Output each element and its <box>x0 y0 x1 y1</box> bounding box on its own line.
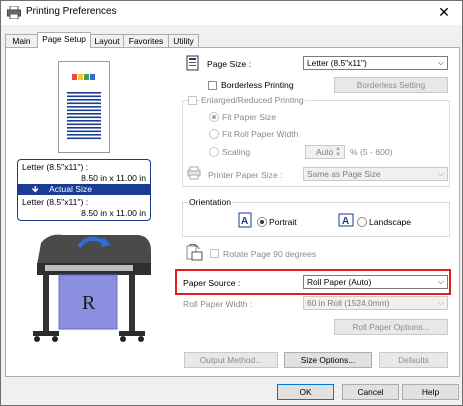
roll-paper-width-value: 60 in Roll (1524.0mm) <box>307 298 390 308</box>
output-size-label: Letter (8.5"x11") : <box>22 197 89 207</box>
fit-roll-paper-width-label: Fit Roll Paper Width <box>222 129 299 139</box>
printer-paper-size-label: Printer Paper Size : <box>208 170 283 180</box>
scaling-radio[interactable] <box>209 147 219 157</box>
landscape-radio[interactable] <box>357 217 367 227</box>
portrait-icon: A <box>238 212 252 228</box>
tab-main[interactable]: Main <box>5 34 38 48</box>
tab-page-setup[interactable]: Page Setup <box>37 32 91 48</box>
source-size-label: Letter (8.5"x11") : <box>22 162 89 172</box>
tab-layout[interactable]: Layout <box>90 34 124 48</box>
printer-paper-size-value: Same as Page Size <box>307 169 381 179</box>
tab-utility[interactable]: Utility <box>168 34 199 48</box>
scaling-mode-bar: 🡻 Actual Size <box>18 184 150 195</box>
paper-source-select[interactable]: Roll Paper (Auto) ⌵ <box>303 275 448 289</box>
borderless-checkbox[interactable] <box>208 81 217 90</box>
scaling-value: Auto <box>316 147 334 157</box>
chevron-down-icon: ⌵ <box>437 277 444 286</box>
portrait-radio[interactable] <box>257 217 267 227</box>
chevron-down-icon: ⌵ <box>437 298 444 307</box>
title-bar: Printing Preferences ✕ <box>1 1 462 25</box>
arrow-down-icon: 🡻 <box>32 184 39 194</box>
enlarged-reduced-checkbox[interactable] <box>188 96 197 105</box>
paper-source-label: Paper Source : <box>183 278 241 288</box>
landscape-label: Landscape <box>369 217 412 227</box>
printer-sheet-letter: R <box>82 292 96 314</box>
defaults-button[interactable]: Defaults <box>379 352 448 368</box>
roll-paper-width-select[interactable]: 60 in Roll (1524.0mm) ⌵ <box>303 296 448 310</box>
roll-paper-width-label: Roll Paper Width : <box>183 299 253 309</box>
printer-paper-size-select[interactable]: Same as Page Size ⌵ <box>303 167 448 181</box>
scaling-range-label: % (5 - 600) <box>350 147 393 157</box>
scaling-spinbox[interactable]: Auto ▲ ▼ <box>305 145 345 159</box>
rotate-page-label: Rotate Page 90 degrees <box>223 249 317 259</box>
output-method-button[interactable]: Output Method... <box>184 352 278 368</box>
window-title: Printing Preferences <box>26 6 117 17</box>
fit-paper-size-radio[interactable] <box>209 112 219 122</box>
printing-preferences-window: Printing Preferences ✕ Main Page Setup L… <box>0 0 463 406</box>
output-size-dims: 8.50 in x 11.00 in <box>81 208 146 218</box>
chevron-down-icon: ⌵ <box>437 58 444 67</box>
spin-down-icon[interactable]: ▼ <box>335 152 341 158</box>
rotate-page-icon <box>186 244 203 261</box>
size-summary: Letter (8.5"x11") : 8.50 in x 11.00 in 🡻… <box>17 159 151 221</box>
page-size-label: Page Size : <box>207 59 251 69</box>
printer-icon <box>7 6 21 19</box>
tab-favorites[interactable]: Favorites <box>123 34 169 48</box>
cancel-button[interactable]: Cancel <box>342 384 399 400</box>
fit-roll-paper-width-radio[interactable] <box>209 129 219 139</box>
borderless-label: Borderless Printing <box>221 80 294 90</box>
printer-paper-size-icon <box>187 166 201 180</box>
close-button[interactable]: ✕ <box>426 1 462 25</box>
page-size-value: Letter (8.5"x11") <box>307 58 367 68</box>
page-size-select[interactable]: Letter (8.5"x11") ⌵ <box>303 56 448 70</box>
page-preview <box>58 61 110 153</box>
page-size-icon <box>186 55 199 71</box>
size-options-button[interactable]: Size Options... <box>284 352 372 368</box>
preview-document-image <box>67 72 101 140</box>
rotate-page-checkbox[interactable] <box>210 249 219 258</box>
scaling-label: Scaling <box>222 147 251 157</box>
large-format-printer-image: R <box>33 234 151 342</box>
paper-source-value: Roll Paper (Auto) <box>307 277 372 287</box>
orientation-title: Orientation <box>188 197 233 207</box>
ok-button[interactable]: OK <box>277 384 334 400</box>
svg-text:A: A <box>342 216 349 227</box>
fit-paper-size-label: Fit Paper Size <box>222 112 276 122</box>
chevron-down-icon: ⌵ <box>437 169 444 178</box>
borderless-setting-button[interactable]: Borderless Setting <box>334 77 448 93</box>
roll-paper-options-button[interactable]: Roll Paper Options... <box>334 319 448 335</box>
scaling-mode-label: Actual Size <box>49 184 92 194</box>
landscape-icon: A <box>338 213 354 227</box>
source-size-dims: 8.50 in x 11.00 in <box>81 173 146 183</box>
help-button[interactable]: Help <box>402 384 459 400</box>
portrait-label: Portrait <box>269 217 297 227</box>
svg-text:A: A <box>241 216 248 227</box>
enlarged-reduced-label: Enlarged/Reduced Printing <box>200 95 305 105</box>
